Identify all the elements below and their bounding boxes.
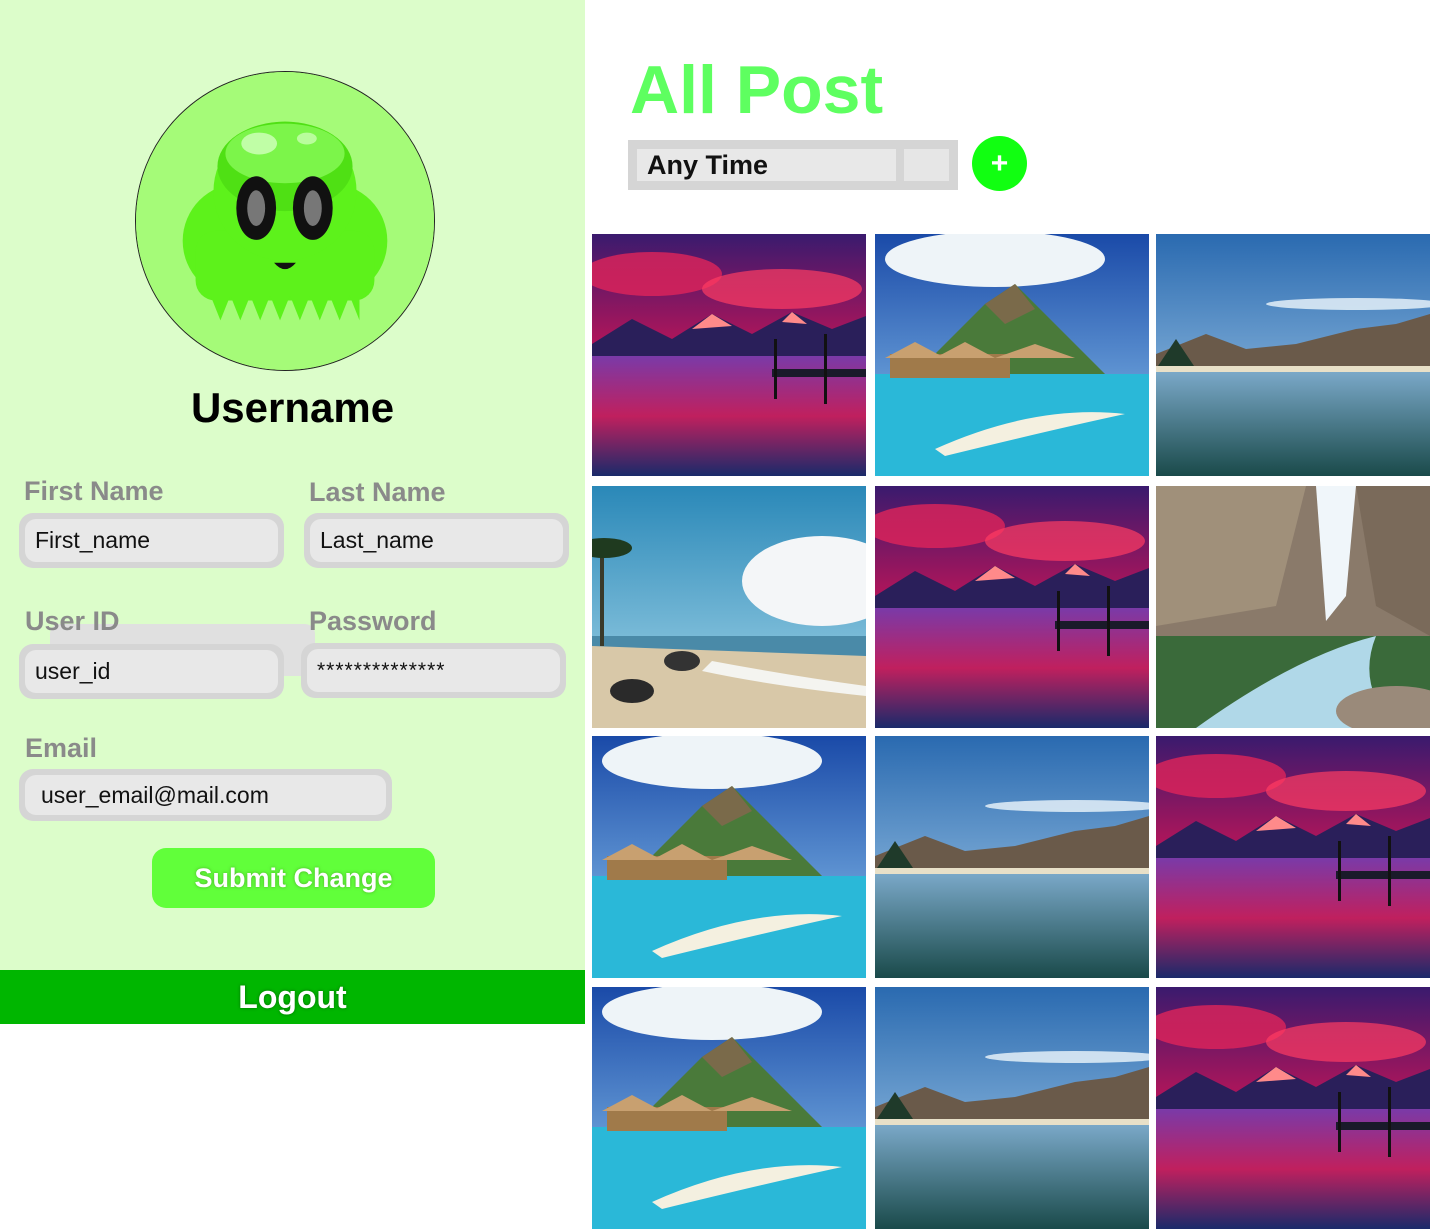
- post-image: [875, 486, 1149, 728]
- post-image: [1156, 234, 1430, 476]
- post-image: [875, 736, 1149, 978]
- last-name-field[interactable]: Last_name: [304, 513, 569, 568]
- post-thumbnail[interactable]: [875, 234, 1149, 476]
- page-title: All Post: [630, 52, 884, 128]
- post-image: [1156, 987, 1430, 1024]
- post-thumbnail[interactable]: [592, 486, 866, 728]
- submit-change-button[interactable]: Submit Change: [152, 848, 435, 908]
- post-image: [1156, 736, 1430, 978]
- post-thumbnail-partial[interactable]: [875, 987, 1149, 1024]
- post-image: [875, 987, 1149, 1024]
- post-thumbnail-partial[interactable]: [1156, 987, 1430, 1024]
- password-field[interactable]: **************: [301, 643, 566, 698]
- post-thumbnail[interactable]: [592, 736, 866, 978]
- time-filter-select[interactable]: Any Time: [628, 140, 958, 190]
- email-label: Email: [25, 733, 98, 763]
- user-id-label: User ID: [25, 606, 120, 636]
- first-name-label: First Name: [24, 476, 164, 506]
- password-label: Password: [309, 606, 437, 636]
- post-thumbnail-partial[interactable]: [592, 987, 866, 1024]
- first-name-input[interactable]: First_name: [25, 519, 278, 562]
- username-heading: Username: [190, 384, 395, 431]
- email-input[interactable]: user_email@mail.com: [25, 775, 386, 815]
- email-field[interactable]: user_email@mail.com: [19, 769, 392, 821]
- post-image: [592, 486, 866, 728]
- post-image: [875, 234, 1149, 476]
- post-thumbnail[interactable]: [592, 234, 866, 476]
- post-image: [592, 234, 866, 476]
- post-image: [592, 987, 866, 1024]
- password-input[interactable]: **************: [307, 649, 560, 692]
- avatar[interactable]: [135, 71, 435, 371]
- user-id-input[interactable]: user_id: [25, 650, 278, 693]
- last-name-label: Last Name: [309, 477, 446, 507]
- logout-button[interactable]: Logout: [0, 970, 585, 1024]
- add-post-button[interactable]: +: [972, 136, 1027, 191]
- user-id-field[interactable]: user_id: [19, 644, 284, 699]
- last-name-input[interactable]: Last_name: [310, 519, 563, 562]
- post-thumbnail[interactable]: [875, 486, 1149, 728]
- post-thumbnail[interactable]: [1156, 736, 1430, 978]
- green-slime-alien-icon: [136, 72, 434, 370]
- time-filter-dropdown-button[interactable]: [904, 149, 949, 181]
- post-thumbnail[interactable]: [875, 736, 1149, 978]
- post-thumbnail[interactable]: [1156, 234, 1430, 476]
- first-name-field[interactable]: First_name: [19, 513, 284, 568]
- profile-sidebar: Username First Name First_name Last Name…: [0, 0, 585, 1024]
- time-filter-value[interactable]: Any Time: [637, 149, 896, 181]
- post-image: [592, 736, 866, 978]
- post-image: [1156, 486, 1430, 728]
- post-thumbnail[interactable]: [1156, 486, 1430, 728]
